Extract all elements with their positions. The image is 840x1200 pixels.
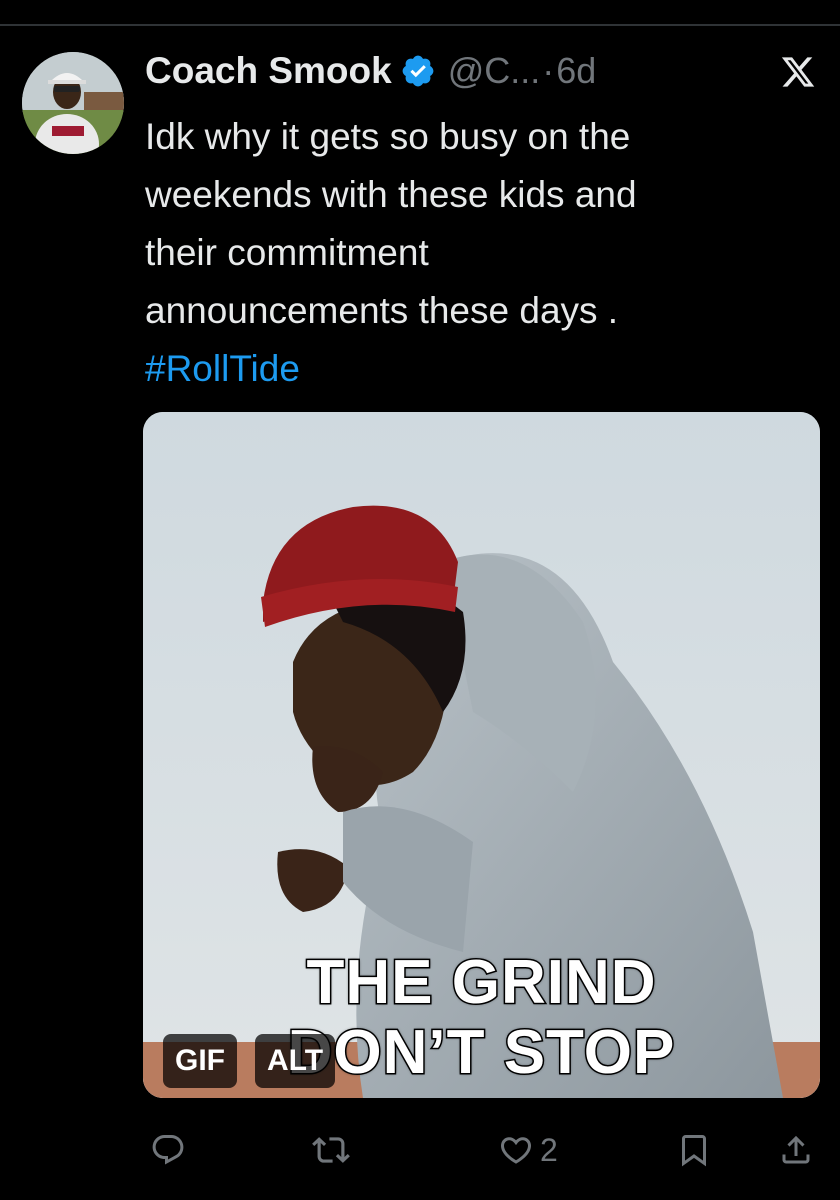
tweet-text-line: Idk why it gets so busy on the — [145, 116, 631, 157]
share-button[interactable] — [778, 1122, 814, 1178]
reply-button[interactable] — [150, 1122, 186, 1178]
tweet-action-bar: 2 — [0, 1122, 840, 1178]
author-name[interactable]: Coach Smook — [145, 50, 392, 92]
alt-badge[interactable]: ALT — [255, 1034, 336, 1088]
like-count: 2 — [540, 1131, 558, 1168]
meta-separator: · — [542, 50, 555, 91]
repost-button[interactable] — [312, 1122, 350, 1178]
repost-icon — [312, 1137, 350, 1163]
tweet-text-line: weekends with these kids and — [145, 174, 637, 215]
x-logo-icon[interactable] — [780, 54, 816, 90]
tweet-timestamp[interactable]: 6d — [556, 50, 596, 92]
tweet-text: Idk why it gets so busy on the weekends … — [145, 108, 805, 398]
tweet-text-line: announcements these days . — [145, 290, 619, 331]
gif-badge[interactable]: GIF — [163, 1034, 237, 1088]
author-handle[interactable]: @C... — [448, 50, 541, 92]
like-button[interactable]: 2 — [498, 1122, 558, 1178]
tweet-header: Coach Smook @C... · 6d — [145, 48, 596, 94]
share-icon — [782, 1135, 810, 1164]
tweet-text-line: their commitment — [145, 232, 429, 273]
bookmark-icon — [682, 1135, 706, 1167]
author-avatar[interactable] — [22, 52, 124, 154]
tweet-media-gif[interactable]: THE GRIND DON’T STOP GIF ALT — [143, 412, 820, 1098]
avatar-image — [22, 52, 124, 154]
hashtag-link[interactable]: #RollTide — [145, 340, 805, 398]
top-divider — [0, 24, 840, 26]
reply-icon — [152, 1135, 184, 1165]
heart-icon — [500, 1137, 532, 1164]
gif-caption-line1: THE GRIND — [305, 947, 657, 1019]
verified-badge-icon[interactable] — [400, 53, 436, 89]
bookmark-button[interactable] — [676, 1122, 712, 1178]
gif-caption-line2: DON’T STOP — [286, 1017, 676, 1089]
